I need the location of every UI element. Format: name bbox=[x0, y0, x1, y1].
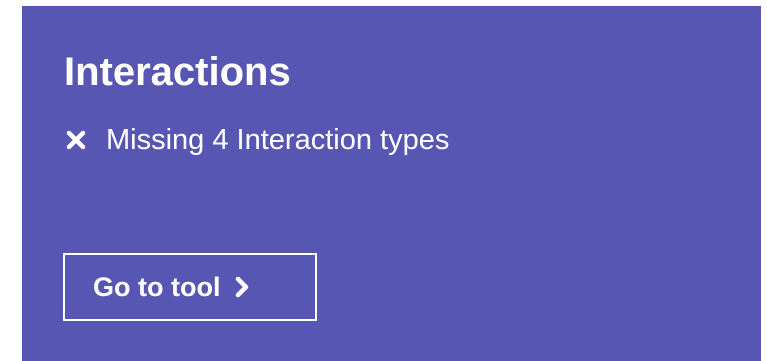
close-icon bbox=[66, 130, 86, 150]
status-line: Missing 4 Interaction types bbox=[66, 120, 449, 160]
card-title: Interactions bbox=[64, 50, 291, 94]
status-text: Missing 4 Interaction types bbox=[106, 123, 450, 156]
go-to-tool-label: Go to tool bbox=[93, 271, 221, 302]
interactions-card: Interactions Missing 4 Interaction types… bbox=[22, 6, 761, 361]
go-to-tool-button[interactable]: Go to tool bbox=[63, 253, 317, 321]
chevron-right-icon bbox=[234, 276, 250, 298]
